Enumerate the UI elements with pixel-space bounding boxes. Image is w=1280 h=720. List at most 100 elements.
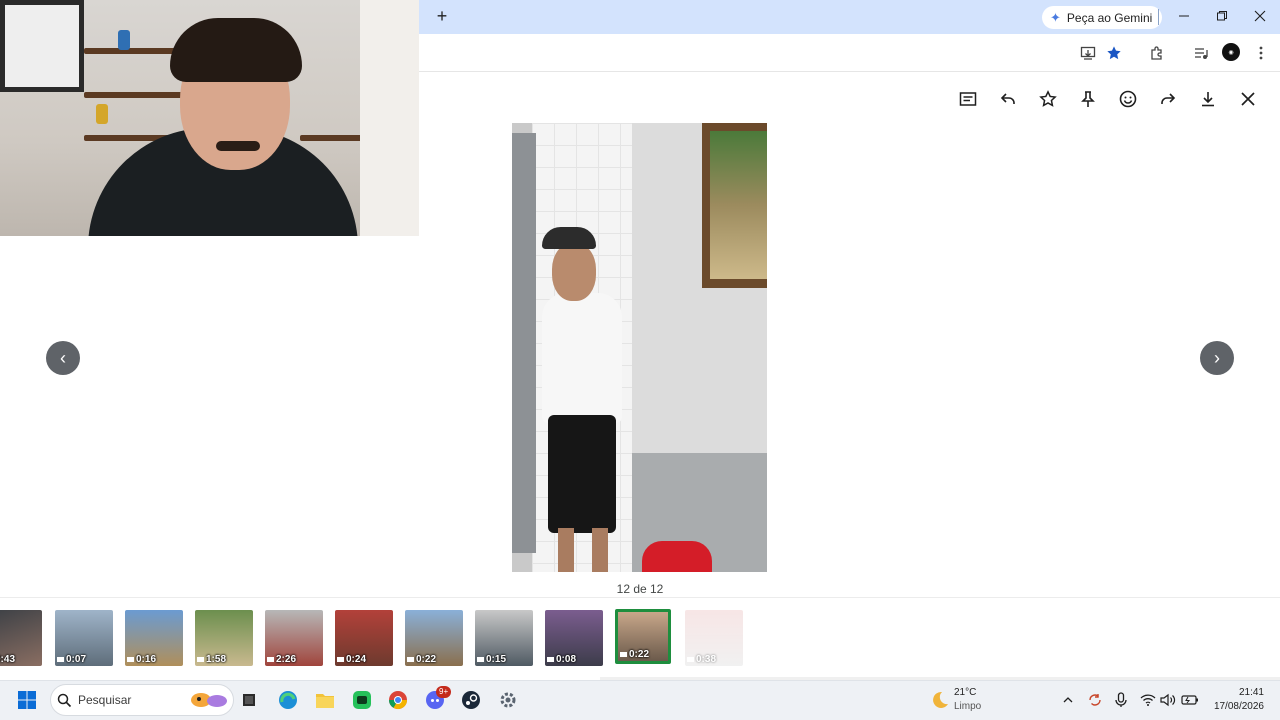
thumbnail-duration-text: 0:38 [696, 654, 717, 665]
gemini-spark-icon: ✦ [1050, 9, 1061, 25]
video-camera-icon [337, 656, 344, 662]
thumbnail-item[interactable]: 2:26 [265, 610, 323, 666]
search-highlight-icon [188, 688, 230, 712]
video-camera-icon [547, 656, 554, 662]
weather-temperature[interactable]: 21°C [954, 687, 976, 698]
thumbnail-duration-text: 0:24 [346, 654, 367, 665]
thumbnail-duration-text: 0:22 [629, 649, 650, 660]
restore-icon[interactable] [1208, 6, 1236, 26]
thumbnail-duration: 2:26 [267, 654, 296, 665]
file-explorer-icon[interactable] [313, 688, 337, 712]
minimize-icon[interactable] [1170, 6, 1198, 26]
search-icon [54, 689, 74, 711]
whatsapp-app-icon[interactable] [350, 688, 374, 712]
chrome-icon[interactable] [386, 688, 410, 712]
thumbnail-item-active[interactable]: 0:22 [615, 609, 671, 664]
ask-gemini-button[interactable]: ✦ Peça ao Gemini [1042, 6, 1163, 29]
image-person-shorts [548, 415, 616, 533]
image-person-leg [592, 528, 608, 572]
search-placeholder: Pesquisar [78, 693, 132, 707]
thumbnail-duration-text: 0:43 [0, 654, 16, 665]
discord-notification-badge: 9+ [436, 686, 452, 698]
wall-frame [0, 0, 84, 92]
medal [118, 30, 130, 50]
install-app-icon[interactable] [1077, 42, 1099, 64]
battery-icon[interactable] [1181, 691, 1199, 709]
previous-media-button[interactable]: ‹ [46, 341, 80, 375]
new-tab-button[interactable]: + [432, 6, 452, 26]
thumbnail-item[interactable]: 0:07 [55, 610, 113, 666]
screen: + ✦ Peça ao Gemini ◉ 12 de 12 ‹ ›:43 0:… [0, 0, 1280, 720]
video-camera-icon [267, 656, 274, 662]
more-menu-icon[interactable] [1250, 42, 1272, 64]
profile-avatar[interactable]: ◉ [1222, 43, 1240, 61]
image-painting [710, 131, 767, 279]
image-person-shirt [542, 293, 622, 423]
thumbnail-item[interactable]: 0:08 [545, 610, 603, 666]
forward-icon[interactable] [1157, 88, 1179, 110]
image-person-leg [558, 528, 574, 572]
thumbnail-item[interactable]: 0:15 [475, 610, 533, 666]
media-controls-icon[interactable] [1190, 42, 1212, 64]
thumbnail-duration: 1:58 [197, 654, 226, 665]
thumbnail-duration: 0:16 [127, 654, 156, 665]
titlebar-divider [1158, 9, 1159, 25]
close-window-icon[interactable] [1246, 6, 1274, 26]
microphone-icon[interactable] [1112, 691, 1130, 709]
task-view-icon[interactable] [237, 688, 261, 712]
thumbnail-duration-text: 0:15 [486, 654, 507, 665]
next-media-button[interactable]: › [1200, 341, 1234, 375]
thumbnail-duration: 0:24 [337, 654, 366, 665]
ask-gemini-label: Peça ao Gemini [1066, 10, 1153, 25]
close-icon[interactable] [1237, 88, 1259, 110]
thumbnail-duration: 0:38 [687, 654, 716, 665]
extensions-icon[interactable] [1146, 42, 1168, 64]
star-icon[interactable] [1037, 88, 1059, 110]
image-person-face [552, 243, 596, 301]
sync-icon[interactable] [1086, 691, 1104, 709]
thumbnail-item[interactable]: 0:38 [685, 610, 743, 666]
thumbnail-item[interactable]: 0:43 [0, 610, 42, 666]
download-icon[interactable] [1197, 88, 1219, 110]
image-door [512, 133, 536, 553]
wall-background [360, 0, 419, 236]
thumbnail-item[interactable]: 1:58 [195, 610, 253, 666]
clock-date[interactable]: 17/08/2026 [1204, 701, 1264, 712]
thumbnail-duration-text: 0:16 [136, 654, 157, 665]
thumbnail-duration-text: 2:26 [276, 654, 297, 665]
thumbnail-duration-text: 0:07 [66, 654, 87, 665]
thumbnail-duration-text: 1:58 [206, 654, 227, 665]
weather-description[interactable]: Limpo [954, 701, 981, 712]
person-hair [170, 18, 302, 82]
wifi-icon[interactable] [1139, 691, 1157, 709]
thumbnail-duration: 0:22 [620, 649, 649, 660]
pin-icon[interactable] [1077, 88, 1099, 110]
video-camera-icon [477, 656, 484, 662]
edge-browser-icon[interactable] [276, 688, 300, 712]
person-mustache [216, 141, 260, 151]
thumbnail-item[interactable]: 0:16 [125, 610, 183, 666]
video-camera-icon [57, 656, 64, 662]
thumbnail-item[interactable]: 0:22 [405, 610, 463, 666]
thumbnail-duration: 0:07 [57, 654, 86, 665]
tray-overflow-chevron-icon[interactable] [1059, 691, 1077, 709]
reply-icon[interactable] [997, 88, 1019, 110]
video-camera-icon [687, 656, 694, 662]
settings-gear-icon[interactable] [496, 688, 520, 712]
windows-start-icon[interactable] [15, 688, 39, 712]
thumbnail-duration-text: 0:22 [416, 654, 437, 665]
steam-icon[interactable] [459, 688, 483, 712]
weather-moon-icon[interactable] [927, 688, 951, 712]
thumbnail-duration: 0:43 [0, 654, 15, 665]
thumbnail-duration: 0:15 [477, 654, 506, 665]
clock-time[interactable]: 21:41 [1222, 687, 1264, 698]
thumbnail-duration-text: 0:08 [556, 654, 577, 665]
volume-icon[interactable] [1159, 691, 1177, 709]
image-person-cap [542, 227, 596, 249]
thumbnail-duration: 0:08 [547, 654, 576, 665]
caption-icon[interactable] [957, 88, 979, 110]
thumbnail-item[interactable]: 0:24 [335, 610, 393, 666]
emoji-icon[interactable] [1117, 88, 1139, 110]
bookmark-star-icon[interactable] [1103, 42, 1125, 64]
webcam-overlay [0, 0, 419, 236]
